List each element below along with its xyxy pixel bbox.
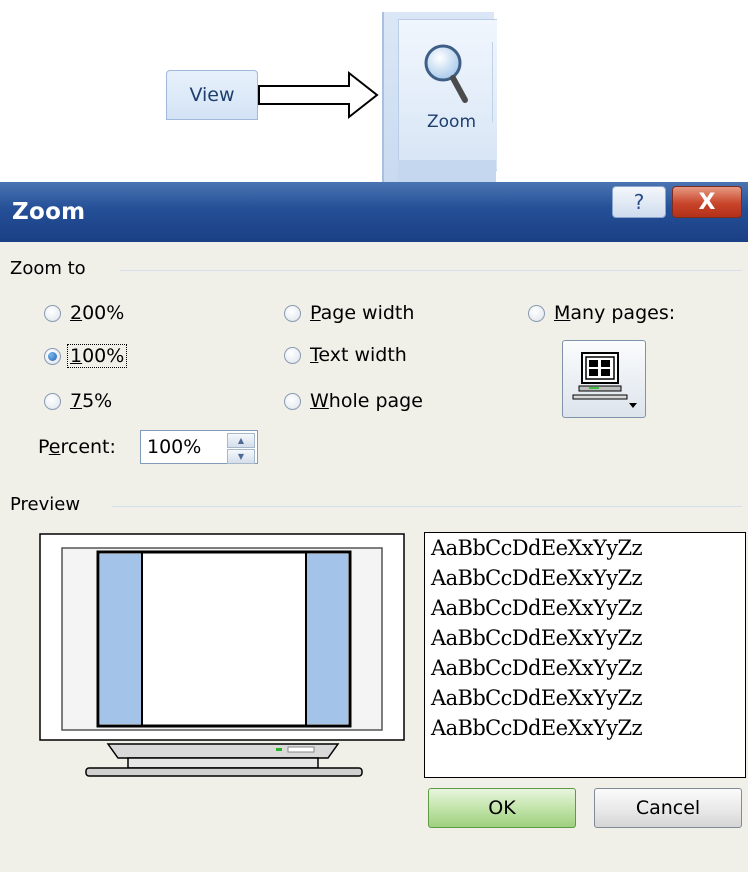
radio-text-width[interactable]: Text width [284,344,407,366]
radio-many-pages[interactable]: Many pages: [528,302,675,324]
radio-circle [284,346,301,364]
view-tab[interactable]: View [166,70,258,120]
radio-200-label: 200% [70,302,125,324]
radio-whole-page[interactable]: Whole page [284,390,423,412]
radio-page-width-label: Page width [310,302,415,324]
zoom-ribbon-label: Zoom [427,112,477,132]
close-button[interactable]: X [672,186,742,218]
view-tab-label: View [189,84,235,106]
zoom-to-divider [120,270,742,271]
radio-many-pages-label: Many pages: [554,302,676,324]
radio-75-label: 75% [70,390,113,412]
help-icon: ? [633,190,645,214]
preview-heading: Preview [10,494,81,515]
zoom-dialog: Zoom ? X Zoom to 200% 100% 75% Page widt… [0,182,748,872]
radio-circle [528,304,545,322]
radio-100-label: 100% [67,344,128,368]
cancel-button[interactable]: Cancel [594,788,742,828]
sample-line: AaBbCcDdEeXxYyZz [431,596,643,620]
ribbon-separator [492,42,493,122]
radio-circle [284,304,301,322]
sample-line: AaBbCcDdEeXxYyZz [431,566,643,590]
radio-whole-page-label: Whole page [310,390,423,412]
radio-page-width[interactable]: Page width [284,302,414,324]
preview-sample-text: AaBbCcDdEeXxYyZz AaBbCcDdEeXxYyZz AaBbCc… [424,532,746,778]
sample-line: AaBbCcDdEeXxYyZz [431,656,643,680]
right-arrow-icon [258,70,379,120]
radio-circle-selected [44,347,61,365]
radio-200[interactable]: 200% [44,302,124,324]
dialog-title: Zoom [12,199,86,225]
radio-circle [44,304,61,322]
sample-line: AaBbCcDdEeXxYyZz [431,536,643,560]
radio-circle [44,392,61,410]
help-button[interactable]: ? [612,186,666,218]
percent-input[interactable]: 100% [147,436,201,458]
ok-button-label: OK [488,797,516,819]
zoom-ribbon-button[interactable]: Zoom [398,19,497,171]
ok-button[interactable]: OK [428,788,576,828]
ribbon-group: Zoom [382,12,497,182]
monitor-pages-icon [572,352,637,408]
zoom-to-heading: Zoom to [10,258,86,279]
dialog-titlebar[interactable]: Zoom ? X [0,182,748,242]
magnifier-icon [424,44,468,103]
radio-text-width-label: Text width [310,344,407,366]
radio-circle [284,392,301,410]
percent-label: Percent: [38,436,116,458]
radio-75[interactable]: 75% [44,390,112,412]
sample-line: AaBbCcDdEeXxYyZz [431,626,643,650]
percent-spin-buttons: ▲ ▼ [227,433,255,464]
many-pages-dropdown-button[interactable] [562,340,646,418]
sample-line: AaBbCcDdEeXxYyZz [431,686,643,710]
preview-monitor [39,533,405,777]
ribbon-illustration: View Zoom [0,0,748,182]
ribbon-group-footer [398,160,496,182]
radio-100[interactable]: 100% [44,344,128,368]
sample-line: AaBbCcDdEeXxYyZz [431,716,643,740]
spin-down-icon[interactable]: ▼ [227,449,255,464]
close-icon: X [698,189,716,215]
spin-up-icon[interactable]: ▲ [227,433,255,448]
percent-spinner[interactable]: 100% ▲ ▼ [140,430,258,464]
preview-divider [112,506,742,507]
cancel-button-label: Cancel [635,797,701,819]
